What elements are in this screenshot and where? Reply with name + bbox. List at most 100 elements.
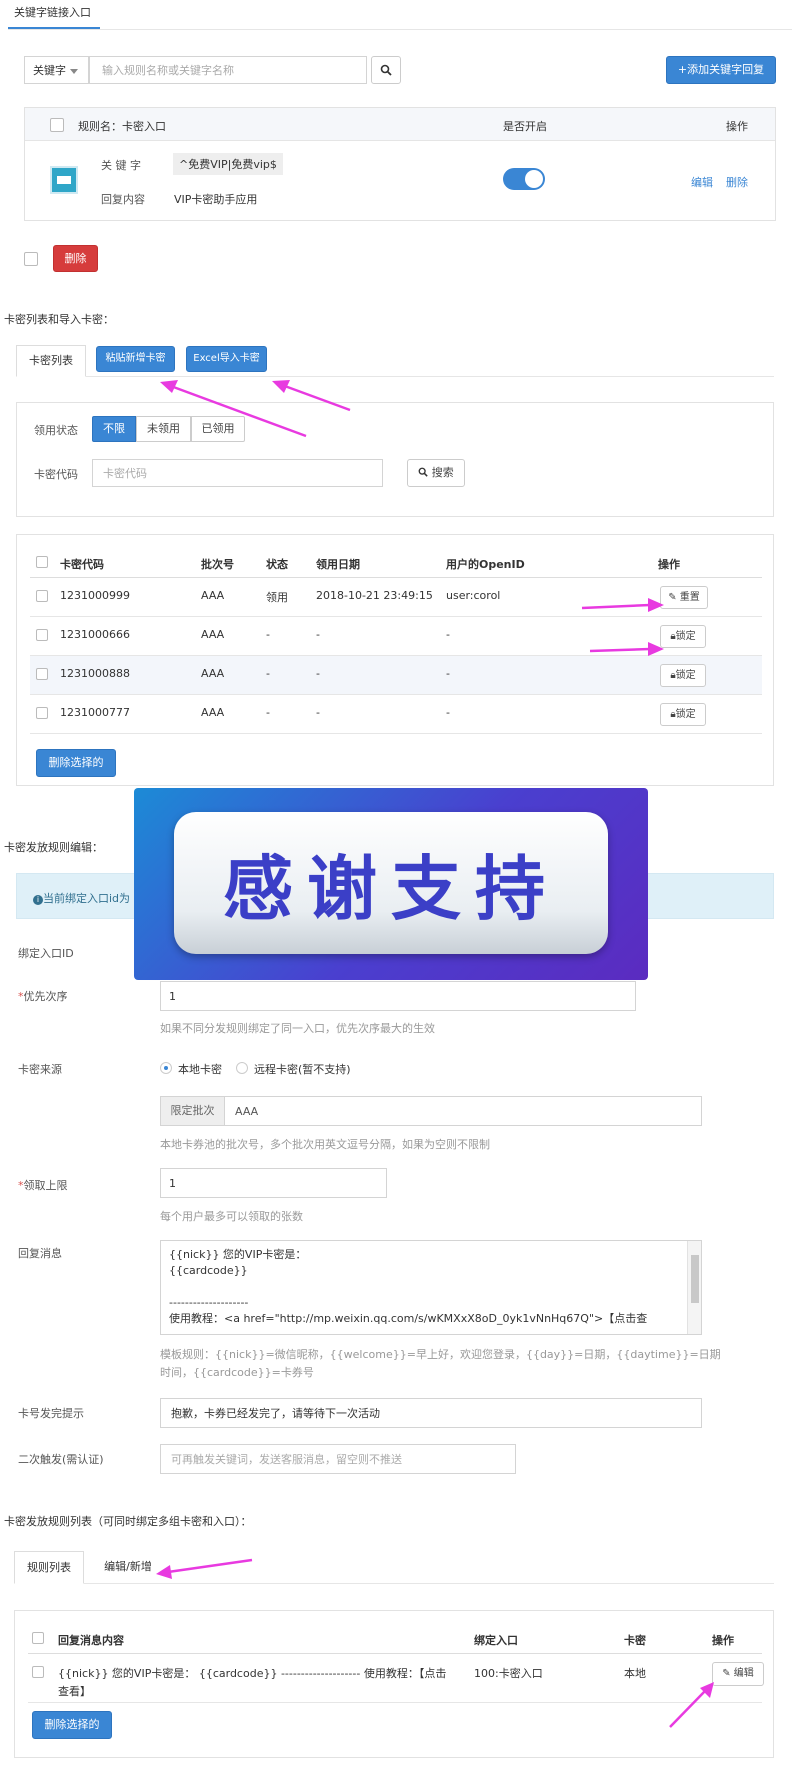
reply-line: {{cardcode}} [169, 1264, 248, 1277]
delete-button[interactable]: 删除 [53, 245, 98, 272]
source-radio-local[interactable] [160, 1062, 172, 1074]
reply-line: {{nick}} 您的VIP卡密是： [169, 1248, 307, 1261]
tab-excel-import[interactable]: Excel导入卡密 [186, 346, 267, 372]
keyword-filter-select-label: 关键字 [33, 64, 66, 77]
source-radio-remote[interactable] [236, 1062, 248, 1074]
limit-hint: 每个用户最多可以领取的张数 [160, 1210, 303, 1223]
priority-input[interactable]: 1 [160, 981, 636, 1011]
card-th-openid: 用户的OpenID [446, 558, 525, 571]
chevron-down-icon [70, 69, 78, 74]
card-row-line [30, 616, 762, 617]
limit-label: *领取上限 [18, 1177, 68, 1193]
rule-delete-selected-button[interactable]: 删除选择的 [32, 1711, 112, 1739]
reset-button[interactable]: ✎ 重置 [660, 586, 708, 609]
card-row-checkbox[interactable] [36, 668, 48, 680]
limit-input[interactable]: 1 [160, 1168, 387, 1198]
priority-label-text: 优先次序 [23, 990, 68, 1003]
keyword-rule-checkbox[interactable] [50, 118, 64, 132]
card-row-line [30, 733, 762, 734]
card-th-code: 卡密代码 [60, 558, 104, 571]
bind-entry-label: 绑定入口ID [18, 947, 74, 960]
keyword-value-tag: ^免费VIP|免费vip$ [173, 153, 283, 175]
lock-button[interactable]: 🔒︎锁定 [660, 703, 706, 726]
card-table-header-line [30, 577, 762, 578]
rule-table-select-all[interactable] [32, 1632, 44, 1644]
top-tab-keyword-entry[interactable]: 关键字链接入口 [14, 4, 91, 20]
batch-hint: 本地卡券池的批次号，多个批次用英文逗号分隔，如果为空则不限制 [160, 1138, 490, 1151]
cardlist-heading: 卡密列表和导入卡密： [4, 313, 114, 326]
card-row-code: 1231000999 [60, 589, 130, 602]
priority-hint: 如果不同分发规则绑定了同一入口，优先次序最大的生效 [160, 1022, 435, 1035]
soldout-input[interactable]: 抱歉，卡券已经发完了，请等待下一次活动 [160, 1398, 702, 1428]
reply-line [169, 1279, 681, 1295]
rule-th-entry: 绑定入口 [474, 1634, 518, 1647]
card-row-batch: AAA [201, 667, 225, 680]
tab-paste-add-cards[interactable]: 粘贴新增卡密 [96, 346, 175, 372]
card-delete-selected-button[interactable]: 删除选择的 [36, 749, 116, 777]
lock-button-label: 锁定 [675, 631, 696, 642]
tab-card-list[interactable]: 卡密列表 [16, 345, 86, 377]
soldout-label: 卡号发完提示 [18, 1407, 84, 1420]
lock-button-label: 锁定 [675, 709, 696, 720]
rule-row-content-line2: 查看】 [58, 1685, 91, 1698]
rule-name-label: 规则名：卡密入口 [78, 120, 166, 133]
edit-link[interactable]: 编辑 [691, 174, 713, 190]
keyword-search-input[interactable]: 输入规则名称或关键字名称 [89, 56, 367, 84]
card-row-date: - [316, 667, 320, 680]
status-option-all[interactable]: 不限 [92, 416, 136, 442]
tab-rule-list[interactable]: 规则列表 [14, 1551, 84, 1584]
reply-content-value: VIP卡密助手应用 [174, 193, 258, 206]
search-icon [418, 467, 428, 477]
card-row-status: - [266, 667, 270, 680]
card-th-ops: 操作 [658, 558, 680, 571]
card-search-button[interactable]: 搜索 [407, 459, 465, 487]
keyword-search-button[interactable] [371, 56, 401, 84]
col-ops-header: 操作 [726, 120, 748, 133]
status-option-unclaimed[interactable]: 未领用 [136, 416, 191, 442]
status-filter-label: 领用状态 [34, 424, 78, 437]
batch-input[interactable]: AAA [224, 1096, 702, 1126]
card-th-date: 领用日期 [316, 558, 360, 571]
delete-link[interactable]: 删除 [726, 174, 748, 190]
bulk-select-checkbox[interactable] [24, 252, 38, 266]
reset-button-label: 重置 [679, 592, 700, 603]
card-search-button-label: 搜索 [431, 466, 454, 479]
arrow-to-edit-add-tab [156, 1558, 253, 1579]
card-row-checkbox[interactable] [36, 629, 48, 641]
rule-table-panel [14, 1610, 774, 1758]
reply-template-hint-2: 时间，{{cardcode}}=卡券号 [160, 1366, 314, 1379]
keyword-label: 关 键 字 [101, 159, 141, 172]
add-keyword-reply-button[interactable]: +添加关键字回复 [666, 56, 776, 84]
card-row-date: - [316, 628, 320, 641]
enable-toggle[interactable] [503, 168, 545, 190]
card-table-select-all[interactable] [36, 556, 48, 568]
cardlist-tab-baseline [16, 376, 774, 377]
card-code-input[interactable]: 卡密代码 [92, 459, 383, 487]
batch-addon: 限定批次 [160, 1096, 225, 1126]
card-row-code: 1231000666 [60, 628, 130, 641]
lock-button[interactable]: 🔒︎锁定 [660, 625, 706, 648]
thanks-banner-plate: 感谢支持 [174, 812, 608, 954]
rulelist-heading: 卡密发放规则列表（可同时绑定多组卡密和入口）： [4, 1515, 252, 1528]
thanks-banner: 感谢支持 [134, 788, 648, 980]
rule-row-checkbox[interactable] [32, 1666, 44, 1678]
second-trigger-input[interactable]: 可再触发关键词，发送客服消息，留空则不推送 [160, 1444, 516, 1474]
card-code-filter-label: 卡密代码 [34, 468, 78, 481]
col-enabled-header: 是否开启 [503, 120, 547, 133]
status-option-claimed[interactable]: 已领用 [191, 416, 245, 442]
card-row-openid: - [446, 628, 450, 641]
scrollbar-thumb[interactable] [691, 1255, 699, 1303]
source-option-local: 本地卡密 [178, 1063, 222, 1076]
textarea-scrollbar[interactable] [687, 1241, 701, 1334]
keyword-filter-select[interactable]: 关键字 [24, 56, 89, 84]
lock-button[interactable]: 🔒︎锁定 [660, 664, 706, 687]
reply-message-textarea[interactable]: {{nick}} 您的VIP卡密是： {{cardcode}} --------… [160, 1240, 702, 1335]
card-row-checkbox[interactable] [36, 590, 48, 602]
tab-edit-add[interactable]: 编辑/新增 [90, 1551, 166, 1583]
card-th-status: 状态 [266, 558, 288, 571]
card-row-date: - [316, 706, 320, 719]
card-row-checkbox[interactable] [36, 707, 48, 719]
rule-edit-button[interactable]: ✎ 编辑 [712, 1662, 764, 1686]
rule-row-content: {{nick}} 您的VIP卡密是： {{cardcode}} --------… [58, 1667, 447, 1680]
pencil-icon: ✎ [668, 592, 677, 603]
